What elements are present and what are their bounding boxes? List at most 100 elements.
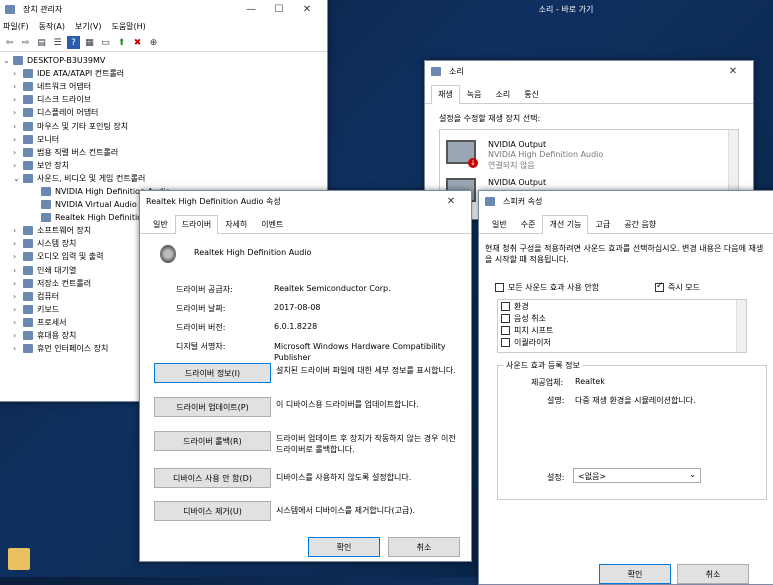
effect-item[interactable]: 피치 시프트 (498, 324, 746, 336)
menu-view[interactable]: 보기(V) (75, 21, 101, 32)
tab-spatial-sound[interactable]: 공간 음향 (617, 215, 663, 233)
help-icon[interactable]: ? (67, 36, 80, 49)
tree-root-label: DESKTOP-B3U39MV (27, 56, 106, 66)
tab-levels[interactable]: 수준 (514, 215, 543, 233)
disable-device-button[interactable]: 디바이스 사용 안 함(D) (154, 468, 271, 488)
scan-icon[interactable]: ⊕ (147, 36, 160, 49)
chevron-right-icon[interactable]: › (13, 69, 23, 78)
effects-scrollbar[interactable] (736, 300, 746, 352)
monitor-icon[interactable]: ▭ (99, 36, 112, 49)
sound-instruction: 설정을 수정할 재생 장치 선택: (439, 114, 541, 123)
effect-label: 환경 (514, 301, 529, 311)
chevron-right-icon[interactable]: › (13, 82, 23, 91)
close-button[interactable]: ✕ (293, 4, 321, 15)
tab-details[interactable]: 자세히 (218, 215, 254, 233)
chevron-right-icon[interactable]: › (13, 135, 23, 144)
tree-item[interactable]: › 모니터 (3, 133, 323, 146)
tab-sounds[interactable]: 소리 (488, 85, 517, 103)
sound-tabs: 재생 녹음 소리 통신 (425, 81, 753, 104)
list-icon[interactable]: ☰ (51, 36, 64, 49)
tab-general[interactable]: 일반 (485, 215, 514, 233)
back-icon[interactable]: ⇦ (3, 36, 16, 49)
menu-bar: 파일(F) 동작(A) 보기(V) 도움말(H) (0, 19, 327, 34)
speaker-cancel-button[interactable]: 취소 (677, 564, 749, 584)
props-title: Realtek High Definition Audio 속성 (146, 196, 281, 206)
device-category-icon (23, 121, 33, 131)
chevron-right-icon[interactable]: › (13, 108, 23, 117)
tree-item-label: 휴대용 장치 (37, 331, 77, 341)
rollback-driver-button[interactable]: 드라이버 롤백(R) (154, 431, 271, 451)
update-driver-icon[interactable]: ⬆ (115, 36, 128, 49)
chevron-right-icon[interactable]: › (13, 344, 23, 353)
driver-details-button[interactable]: 드라이버 정보(I) (154, 363, 271, 383)
speaker-ok-button[interactable]: 확인 (599, 564, 671, 584)
effect-item[interactable]: 이퀄라이저 (498, 336, 746, 348)
tree-item[interactable]: › 네트워크 어댑터 (3, 80, 323, 93)
tree-item[interactable]: › IDE ATA/ATAPI 컨트롤러 (3, 67, 323, 80)
chevron-right-icon[interactable]: › (13, 226, 23, 235)
tree-root[interactable]: ⌄ DESKTOP-B3U39MV (3, 54, 323, 67)
chevron-right-icon[interactable]: › (13, 122, 23, 131)
chevron-right-icon[interactable]: › (13, 148, 23, 157)
chevron-right-icon[interactable]: › (13, 305, 23, 314)
effect-item[interactable]: 음성 취소 (498, 312, 746, 324)
chevron-down-icon[interactable]: ⌄ (13, 174, 23, 183)
tab-enhancements[interactable]: 개선 기능 (542, 215, 589, 234)
menu-file[interactable]: 파일(F) (3, 21, 29, 32)
chevron-right-icon[interactable]: › (13, 318, 23, 327)
sound-close-button[interactable]: ✕ (719, 66, 747, 77)
maximize-button[interactable]: ☐ (265, 4, 293, 15)
tab-communications[interactable]: 통신 (517, 85, 546, 103)
chevron-right-icon[interactable]: › (13, 279, 23, 288)
props-close-button[interactable]: ✕ (437, 196, 465, 207)
menu-help[interactable]: 도움말(H) (111, 21, 145, 32)
forward-icon[interactable]: ⇨ (19, 36, 32, 49)
setting-dropdown-value: <없음> (578, 472, 607, 481)
immediate-mode-checkbox[interactable]: 즉시 모드 (655, 281, 700, 293)
tab-recording[interactable]: 녹음 (460, 85, 489, 103)
device-category-icon (41, 186, 51, 196)
chevron-right-icon[interactable]: › (13, 331, 23, 340)
view-icon[interactable]: ▦ (83, 36, 96, 49)
tab-playback[interactable]: 재생 (431, 85, 460, 104)
desktop-folder-icon[interactable] (8, 548, 30, 570)
chevron-right-icon[interactable]: › (13, 161, 23, 170)
tree-item[interactable]: › 디스플레이 어댑터 (3, 106, 323, 119)
provider-value: Realtek (575, 377, 605, 386)
tree-item[interactable]: › 디스크 드라이브 (3, 93, 323, 106)
uninstall-icon[interactable]: ✖ (131, 36, 144, 49)
tree-item-label: 범용 직렬 버스 컨트롤러 (37, 147, 119, 157)
tab-advanced[interactable]: 고급 (588, 215, 617, 233)
uninstall-device-button[interactable]: 디바이스 제거(U) (154, 501, 271, 521)
device-item[interactable]: ↓ NVIDIA Output NVIDIA High Definition A… (444, 136, 714, 174)
tree-item[interactable]: › 범용 직렬 버스 컨트롤러 (3, 146, 323, 159)
ok-button[interactable]: 확인 (308, 537, 380, 557)
tree-item[interactable]: ⌄ 사운드, 비디오 및 게임 컨트롤러 (3, 172, 323, 185)
menu-action[interactable]: 동작(A) (39, 21, 65, 32)
tree-item[interactable]: › 보안 장치 (3, 159, 323, 172)
update-driver-desc: 이 디바이스용 드라이버를 업데이트합니다. (276, 400, 419, 409)
effect-item[interactable]: 환경 (498, 300, 746, 312)
chevron-right-icon[interactable]: › (13, 252, 23, 261)
desktop-shortcut-label[interactable]: 소리 - 바로 가기 (538, 4, 594, 15)
chevron-right-icon[interactable]: › (13, 239, 23, 248)
tree-item-label: 보안 장치 (37, 160, 69, 170)
tab-driver[interactable]: 드라이버 (174, 215, 219, 234)
cancel-button[interactable]: 취소 (388, 537, 460, 557)
device-category-icon (23, 226, 33, 236)
disable-all-checkbox[interactable]: 모든 사운드 효과 사용 안함 (495, 282, 599, 293)
update-driver-button[interactable]: 드라이버 업데이트(P) (154, 397, 271, 417)
device-category-icon (23, 252, 33, 262)
minimize-button[interactable]: — (237, 4, 265, 15)
device-category-icon (23, 82, 33, 92)
setting-dropdown[interactable]: <없음> ⌄ (573, 468, 701, 483)
tab-general[interactable]: 일반 (146, 215, 175, 233)
effects-list: 환경 음성 취소 피치 시프트 이퀄라이저 (497, 299, 747, 353)
chevron-right-icon[interactable]: › (13, 292, 23, 301)
chevron-right-icon[interactable]: › (13, 266, 23, 275)
tree-item[interactable]: › 마우스 및 기타 포인팅 장치 (3, 119, 323, 132)
tab-events[interactable]: 이벤트 (254, 215, 290, 233)
device-name: NVIDIA Output (488, 178, 547, 187)
chevron-right-icon[interactable]: › (13, 95, 23, 104)
properties-icon[interactable]: ▤ (35, 36, 48, 49)
